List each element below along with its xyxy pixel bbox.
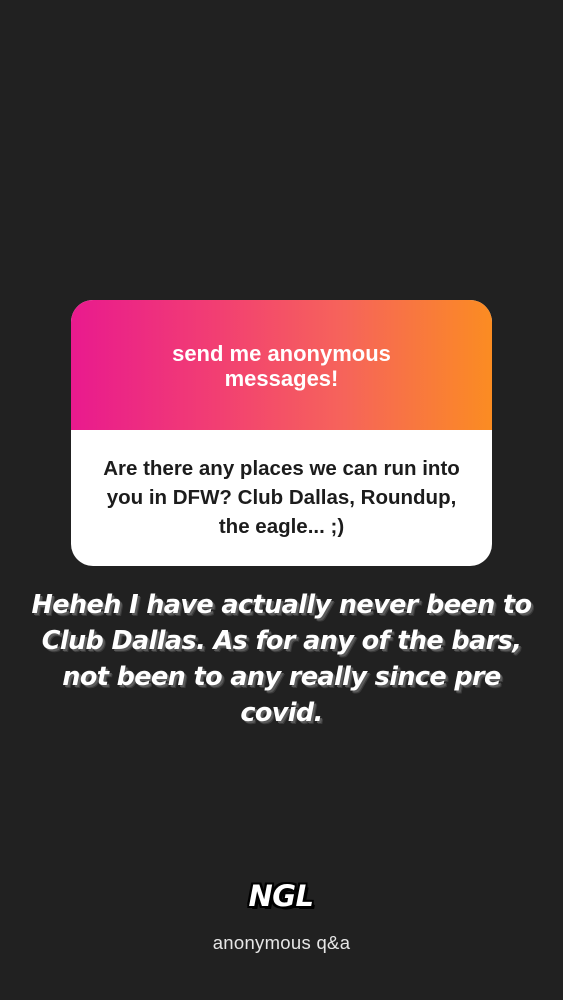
tagline: anonymous q&a: [212, 932, 351, 953]
card-header: send me anonymous messages!: [71, 300, 492, 430]
card-body: Are there any places we can run into you…: [71, 430, 492, 566]
ngl-logo: NGL: [248, 879, 314, 913]
card-header-title: send me anonymous messages!: [172, 341, 391, 391]
story-canvas: send me anonymous messages! Are there an…: [0, 0, 563, 1000]
answer-text: Heheh I have actually never been to Club…: [31, 590, 533, 728]
question-card: send me anonymous messages! Are there an…: [71, 300, 492, 566]
question-text: Are there any places we can run into you…: [103, 456, 460, 538]
